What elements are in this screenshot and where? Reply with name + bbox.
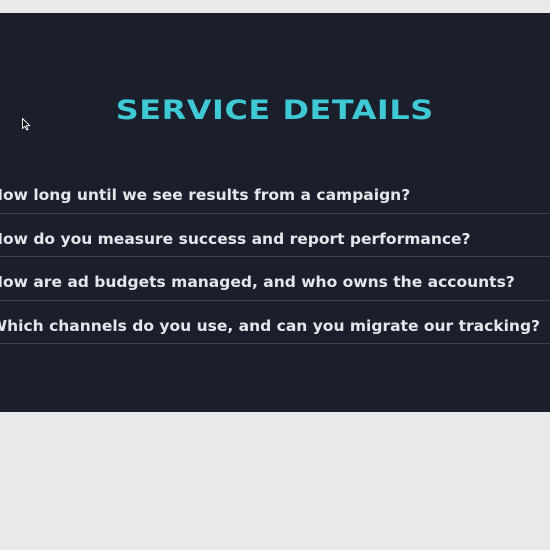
section-title: SERVICE DETAILS <box>0 95 550 126</box>
faq-question[interactable]: Which channels do you use, and can you m… <box>0 317 540 335</box>
faq-question[interactable]: How do you measure success and report pe… <box>0 230 471 248</box>
faq-item-measure-success[interactable]: How do you measure success and report pe… <box>0 214 550 257</box>
faq-item-results-timeline[interactable]: How long until we see results from a cam… <box>0 170 550 214</box>
section-title-text: SERVICE DETAILS <box>115 95 435 126</box>
faq-question[interactable]: How are ad budgets managed, and who owns… <box>0 273 515 291</box>
faq-item-channels-tracking[interactable]: Which channels do you use, and can you m… <box>0 301 550 344</box>
top-strip <box>0 0 550 13</box>
faq-list: How long until we see results from a cam… <box>0 170 550 344</box>
faq-item-ad-budgets[interactable]: How are ad budgets managed, and who owns… <box>0 257 550 301</box>
page-viewport: SERVICE DETAILS How long until we see re… <box>0 0 550 550</box>
service-details-section: SERVICE DETAILS How long until we see re… <box>0 13 550 412</box>
faq-question[interactable]: How long until we see results from a cam… <box>0 186 410 204</box>
mouse-pointer-icon <box>22 118 31 131</box>
